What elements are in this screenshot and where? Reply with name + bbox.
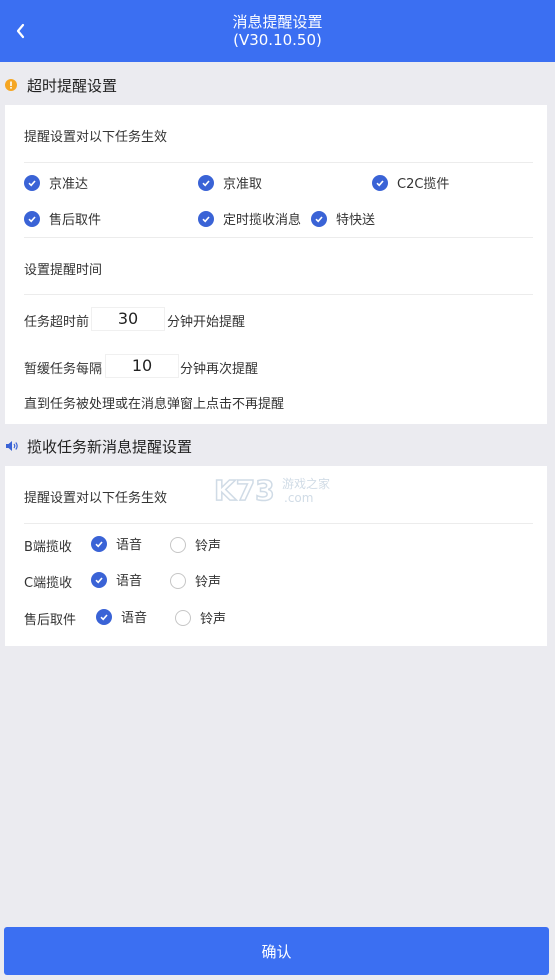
divider xyxy=(24,294,533,295)
reminder-note: 直到任务被处理或在消息弹窗上点击不再提醒 xyxy=(24,397,285,412)
divider xyxy=(24,162,533,163)
radio-label: 语音 xyxy=(121,611,148,626)
checkbox-label: 定时揽收消息 xyxy=(223,213,302,228)
unchecked-icon xyxy=(170,536,186,553)
radio-label: 铃声 xyxy=(200,612,227,627)
applies-label: 提醒设置对以下任务生效 xyxy=(24,130,168,145)
timeout-section-header: 超时提醒设置 xyxy=(0,65,555,105)
before-timeout-input[interactable]: 30 xyxy=(91,307,165,331)
task-checkbox-express[interactable]: 特快送 xyxy=(311,209,375,228)
svg-text:K73: K73 xyxy=(214,474,275,506)
voice-radio-after-sale[interactable]: 语音 xyxy=(96,607,147,626)
radio-label: 铃声 xyxy=(195,575,222,590)
title-text: 消息提醒设置 xyxy=(232,13,323,31)
ringtone-radio-c[interactable]: 铃声 xyxy=(170,571,221,590)
checked-icon xyxy=(91,535,107,552)
divider xyxy=(24,523,533,524)
task-checkbox-jingzhunda[interactable]: 京准达 xyxy=(24,173,88,192)
svg-text:游戏之家: 游戏之家 xyxy=(282,476,330,491)
before-timeout-prefix: 任务超时前 xyxy=(24,315,90,330)
row-label-after-sale: 售后取件 xyxy=(24,613,77,628)
checked-icon xyxy=(24,210,40,227)
task-checkbox-scheduled[interactable]: 定时揽收消息 xyxy=(198,209,301,228)
row-label-b: B端揽收 xyxy=(24,540,72,555)
checkbox-label: 特快送 xyxy=(336,213,376,228)
version-text: (V30.10.50) xyxy=(233,31,322,49)
task-checkbox-after-sale[interactable]: 售后取件 xyxy=(24,209,101,228)
applies-label: 提醒设置对以下任务生效 xyxy=(24,491,168,506)
radio-label: 铃声 xyxy=(195,539,222,554)
checked-icon xyxy=(96,608,112,625)
divider xyxy=(24,237,533,238)
ringtone-radio-b[interactable]: 铃声 xyxy=(170,535,221,554)
checked-icon xyxy=(198,174,214,191)
checkbox-label: 京准达 xyxy=(49,177,89,192)
unchecked-icon xyxy=(170,572,186,589)
k73-watermark-logo: K73 游戏之家 .com xyxy=(213,473,344,510)
row-label-c: C端揽收 xyxy=(24,576,73,591)
snooze-suffix: 分钟再次提醒 xyxy=(180,362,259,377)
checkbox-label: C2C揽件 xyxy=(397,177,450,192)
radio-label: 语音 xyxy=(116,574,143,589)
pickup-section-header: 揽收任务新消息提醒设置 xyxy=(0,426,555,466)
task-checkbox-jingzhunqu[interactable]: 京准取 xyxy=(198,173,262,192)
checked-icon xyxy=(198,210,214,227)
radio-label: 语音 xyxy=(116,538,143,553)
voice-radio-c[interactable]: 语音 xyxy=(91,570,142,589)
svg-text:.com: .com xyxy=(284,491,313,505)
speaker-icon xyxy=(6,441,18,451)
confirm-button[interactable]: 确认 xyxy=(4,927,549,975)
snooze-interval-input[interactable]: 10 xyxy=(105,354,179,378)
checked-icon xyxy=(24,174,40,191)
checkbox-label: 售后取件 xyxy=(49,213,102,228)
checked-icon xyxy=(311,210,327,227)
unchecked-icon xyxy=(175,609,191,626)
task-checkbox-c2c[interactable]: C2C揽件 xyxy=(372,173,449,192)
timeout-settings-card: 提醒设置对以下任务生效 京准达 京准取 C2C揽件 售后取件 定时揽收消息 特快… xyxy=(5,105,547,424)
checkbox-label: 京准取 xyxy=(223,177,263,192)
confirm-label: 确认 xyxy=(261,942,292,961)
timeout-section-title: 超时提醒设置 xyxy=(27,76,118,95)
title-bar: 消息提醒设置 (V30.10.50) xyxy=(0,0,555,62)
pickup-section-title: 揽收任务新消息提醒设置 xyxy=(27,437,193,456)
snooze-prefix: 暂缓任务每隔 xyxy=(24,362,103,377)
ringtone-radio-after-sale[interactable]: 铃声 xyxy=(175,608,226,627)
checked-icon xyxy=(91,571,107,588)
warning-icon xyxy=(5,79,17,91)
time-setting-label: 设置提醒时间 xyxy=(24,263,103,278)
checked-icon xyxy=(372,174,388,191)
voice-radio-b[interactable]: 语音 xyxy=(91,534,142,553)
before-timeout-suffix: 分钟开始提醒 xyxy=(167,315,246,330)
page-title: 消息提醒设置 (V30.10.50) xyxy=(0,13,555,49)
